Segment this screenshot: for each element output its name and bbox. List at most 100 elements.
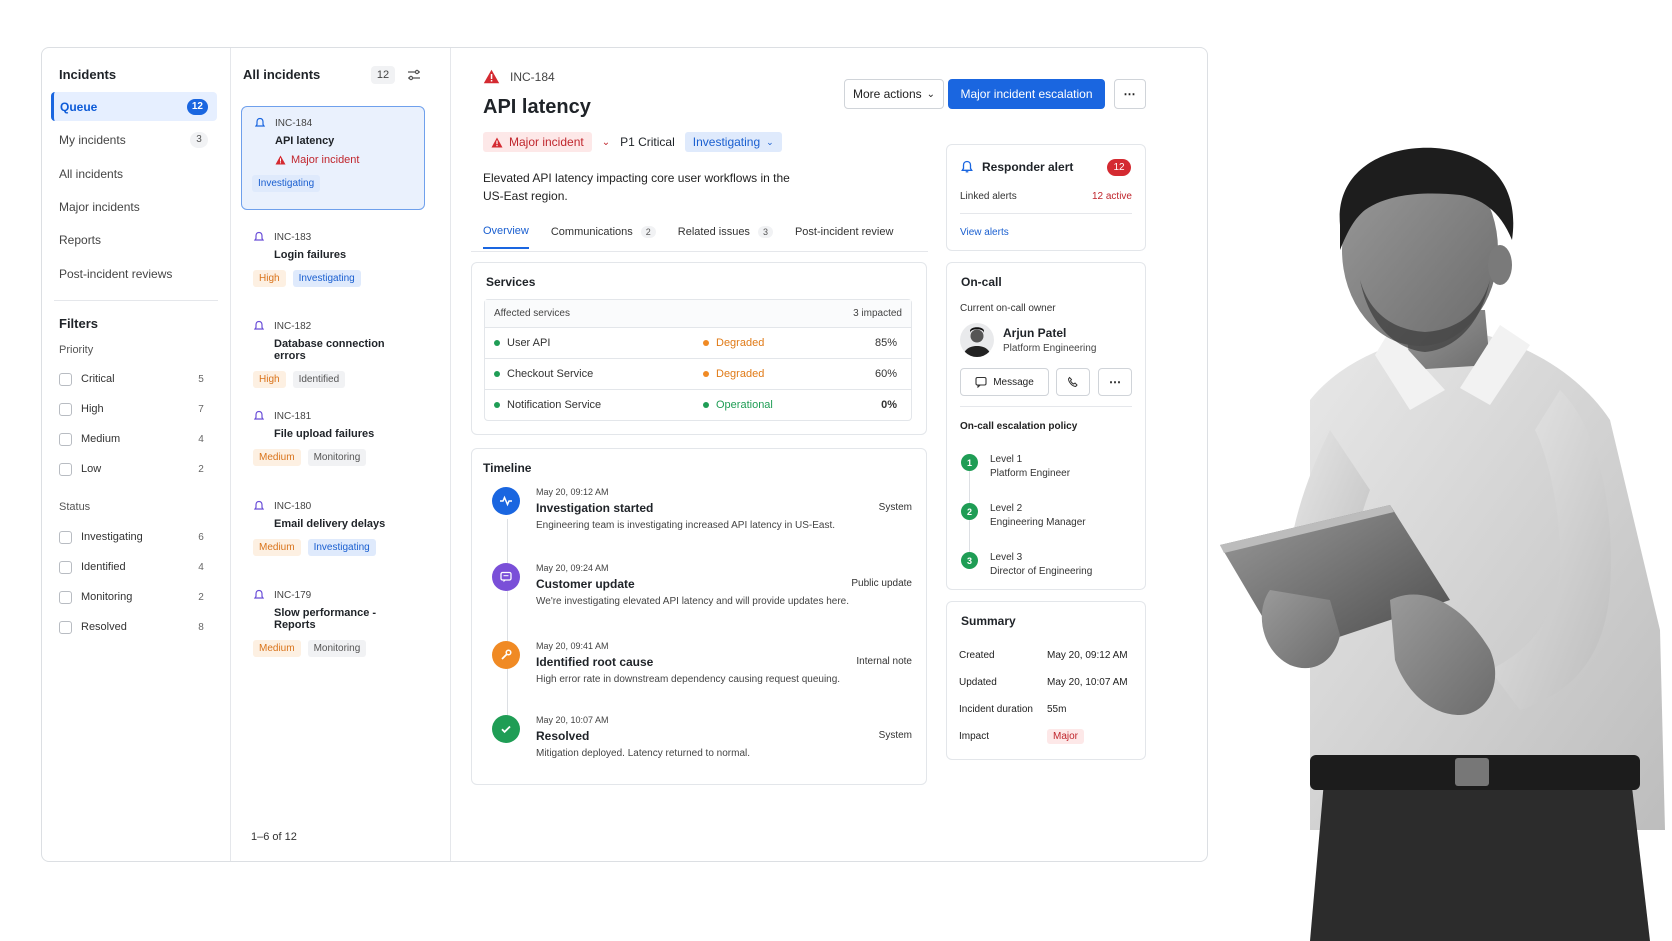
- avatar: [960, 323, 994, 357]
- incident-card[interactable]: INC-184 API latency Major incident Inves…: [241, 106, 425, 210]
- nav-item-my-incidents[interactable]: My incidents 3: [51, 125, 217, 154]
- timeline-item: May 20, 10:07 AM Resolved Mitigation dep…: [492, 715, 912, 775]
- incident-title: API latency: [275, 135, 335, 147]
- status-dot: [703, 402, 709, 408]
- more-actions-button[interactable]: More actions ⌄: [844, 79, 944, 109]
- incident-title: File upload failures: [274, 428, 375, 440]
- escalation-level: 1 Level 1 Platform Engineer: [961, 453, 1070, 481]
- table-row[interactable]: Checkout Service Degraded 60%: [485, 358, 911, 389]
- filter-investigating[interactable]: Investigating 6: [59, 528, 209, 546]
- status-tag: Monitoring: [307, 640, 367, 657]
- table-row[interactable]: Notification Service Operational 0%: [485, 389, 911, 420]
- major-incident-escalation-button[interactable]: Major incident escalation: [948, 79, 1105, 109]
- status-title: Status: [59, 501, 91, 513]
- timeline-panel: Timeline May 20, 09:12 AM Investigation …: [471, 448, 927, 785]
- incident-card[interactable]: INC-181 File upload failures Medium Monit…: [241, 400, 425, 476]
- checkbox[interactable]: [59, 402, 72, 416]
- filter-sliders-icon[interactable]: [407, 68, 421, 82]
- status-dot: [494, 371, 500, 377]
- chevron-down-icon: ⌄: [926, 88, 936, 100]
- my-incidents-count: 3: [190, 131, 208, 148]
- incident-app: Incidents Queue 12 My incidents 3 All inci…: [41, 47, 1208, 862]
- incident-card[interactable]: INC-179 Slow performance - Reports Mediu…: [241, 579, 425, 667]
- filter-critical[interactable]: Critical 5: [59, 370, 209, 388]
- priority-label[interactable]: P1 Critical: [620, 135, 675, 149]
- bell-icon: [253, 320, 265, 330]
- timeline-title: Timeline: [483, 461, 532, 475]
- incident-card[interactable]: INC-180 Email delivery delays Medium Inve…: [241, 490, 425, 566]
- timeline-item: May 20, 09:41 AM Identified root cause H…: [492, 641, 912, 701]
- status-tag: Investigating: [307, 539, 376, 556]
- activity-icon: [492, 487, 520, 515]
- major-incident-label: Major incident: [275, 154, 412, 166]
- status-tag: Monitoring: [307, 449, 367, 466]
- on-call-team: Platform Engineering: [1003, 343, 1097, 354]
- tab-overview[interactable]: Overview: [483, 225, 529, 249]
- checkbox[interactable]: [59, 462, 72, 476]
- bell-icon: [253, 589, 265, 599]
- major-incident-badge[interactable]: Major incident: [483, 132, 592, 152]
- checkbox[interactable]: [59, 372, 72, 386]
- responder-alert-title: Responder alert: [982, 160, 1074, 174]
- divider: [54, 300, 218, 301]
- filter-identified[interactable]: Identified 4: [59, 558, 209, 576]
- summary-row: Updated May 20, 10:07 AM: [959, 677, 1128, 688]
- status-dropdown[interactable]: Investigating ⌄: [684, 132, 782, 152]
- list-title: All incidents: [243, 67, 321, 82]
- tabs-divider: [471, 251, 928, 252]
- queue-count: 12: [186, 98, 208, 115]
- filter-medium[interactable]: Medium 4: [59, 430, 209, 448]
- filter-low[interactable]: Low 2: [59, 460, 209, 478]
- checkbox[interactable]: [59, 432, 72, 446]
- status-tag: Investigating: [292, 270, 361, 287]
- on-call-name: Arjun Patel: [1003, 326, 1067, 340]
- checkbox[interactable]: [59, 590, 72, 604]
- incident-description: Elevated API latency impacting core user…: [483, 171, 790, 203]
- linked-alerts-value: 12 active: [1091, 191, 1132, 202]
- bell-icon: [253, 500, 265, 510]
- incident-title: Database connection errors: [274, 338, 385, 362]
- nav-item-major-incidents[interactable]: Major incidents: [51, 192, 217, 221]
- timeline-item: May 20, 09:12 AM Investigation started E…: [492, 487, 912, 547]
- nav-item-queue[interactable]: Queue 12: [51, 92, 217, 121]
- warning-icon: [483, 69, 500, 84]
- incident-card[interactable]: INC-183 Login failures High Investigating: [241, 221, 425, 297]
- call-button[interactable]: [1056, 368, 1090, 396]
- detail-tabs: Overview Communications 2 Related issues 3…: [483, 225, 915, 249]
- checkbox[interactable]: [59, 560, 72, 574]
- chevron-down-icon[interactable]: ⌄: [602, 137, 610, 148]
- overflow-menu-button[interactable]: ⋯: [1114, 79, 1146, 109]
- nav-item-reports[interactable]: Reports: [51, 225, 217, 254]
- tab-related-issues[interactable]: Related issues 3: [678, 225, 773, 249]
- status-dot: [703, 371, 709, 377]
- on-call-more-button[interactable]: ⋯: [1098, 368, 1132, 396]
- escalation-level: 2 Level 2 Engineering Manager: [961, 502, 1086, 530]
- nav-item-post-incident-reviews[interactable]: Post-incident reviews: [51, 259, 217, 288]
- incident-title: Login failures: [274, 249, 347, 261]
- escalation-level: 3 Level 3 Director of Engineering: [961, 551, 1092, 579]
- summary-row: Impact Major: [959, 729, 1131, 744]
- filter-high[interactable]: High 7: [59, 400, 209, 418]
- wrench-icon: [492, 641, 520, 669]
- tab-post-incident-review[interactable]: Post-incident review: [795, 225, 893, 249]
- checkbox[interactable]: [59, 530, 72, 544]
- level-number: 2: [961, 503, 978, 520]
- timeline-line: [507, 519, 508, 741]
- list-count: 12: [371, 66, 395, 84]
- message-button[interactable]: Message: [960, 368, 1049, 396]
- incident-card[interactable]: INC-182 Database connection errors High I…: [241, 310, 425, 398]
- status-dot: [494, 340, 500, 346]
- bell-icon: [961, 160, 973, 173]
- view-alerts-link[interactable]: View alerts: [960, 227, 1009, 238]
- checkbox[interactable]: [59, 620, 72, 634]
- filter-monitoring[interactable]: Monitoring 2: [59, 588, 209, 606]
- table-row[interactable]: User API Degraded 85%: [485, 327, 911, 358]
- priority-tag: Medium: [253, 449, 301, 466]
- nav-item-all-incidents[interactable]: All incidents: [51, 159, 217, 188]
- bell-icon: [253, 410, 265, 420]
- responder-alert-panel: Responder alert 12 Linked alerts 12 acti…: [946, 144, 1146, 251]
- filter-resolved[interactable]: Resolved 8: [59, 618, 209, 636]
- level-number: 1: [961, 454, 978, 471]
- tab-communications[interactable]: Communications 2: [551, 225, 656, 249]
- left-nav: Incidents Queue 12 My incidents 3 All inci…: [42, 48, 231, 861]
